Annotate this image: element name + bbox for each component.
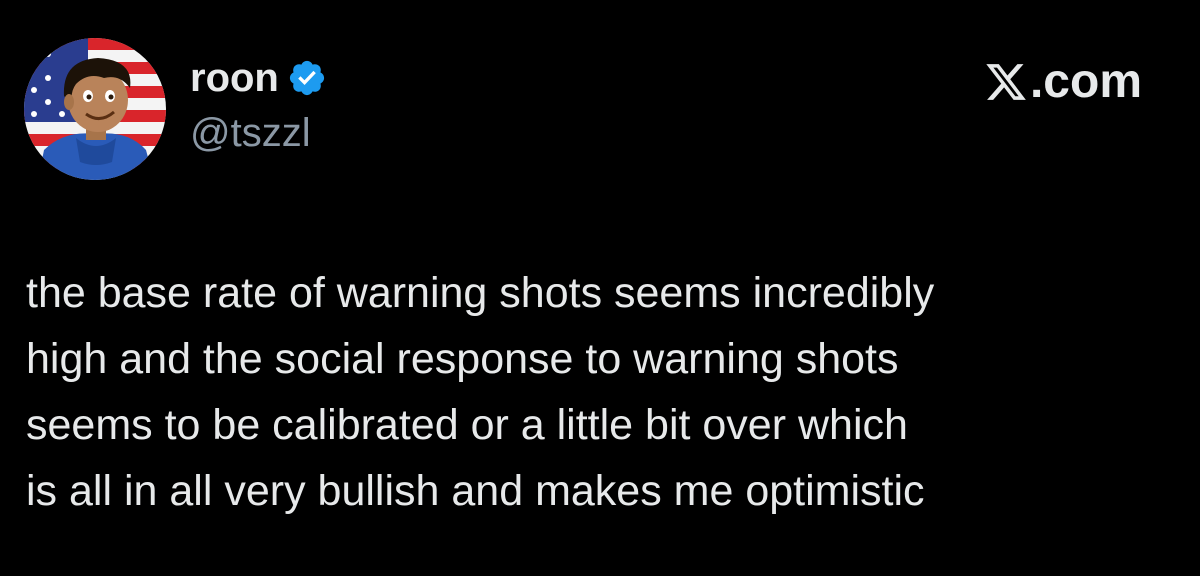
author-handle[interactable]: @tszzl [190, 113, 311, 153]
x-logo-icon [986, 64, 1026, 100]
verified-badge-icon [289, 60, 324, 96]
tweet-text: the base rate of warning shots seems inc… [26, 260, 1186, 524]
author-name-row: roon [190, 58, 327, 98]
tweet-text-line: is all in all very bullish and makes me … [26, 467, 925, 515]
author-display-name[interactable]: roon [190, 58, 279, 98]
tweet-text-line: high and the social response to warning … [26, 335, 899, 383]
brand-suffix: .com [1029, 55, 1142, 108]
avatar[interactable] [24, 38, 166, 180]
cartoon-boy-flag-avatar-icon [24, 38, 166, 180]
tweet-text-line: seems to be calibrated or a little bit o… [26, 401, 908, 449]
x-brand-watermark: .com [984, 58, 1142, 106]
tweet-text-line: the base rate of warning shots seems inc… [26, 269, 935, 317]
tweet-card: roon @tszzl .com the base rate of warnin… [0, 0, 1200, 576]
